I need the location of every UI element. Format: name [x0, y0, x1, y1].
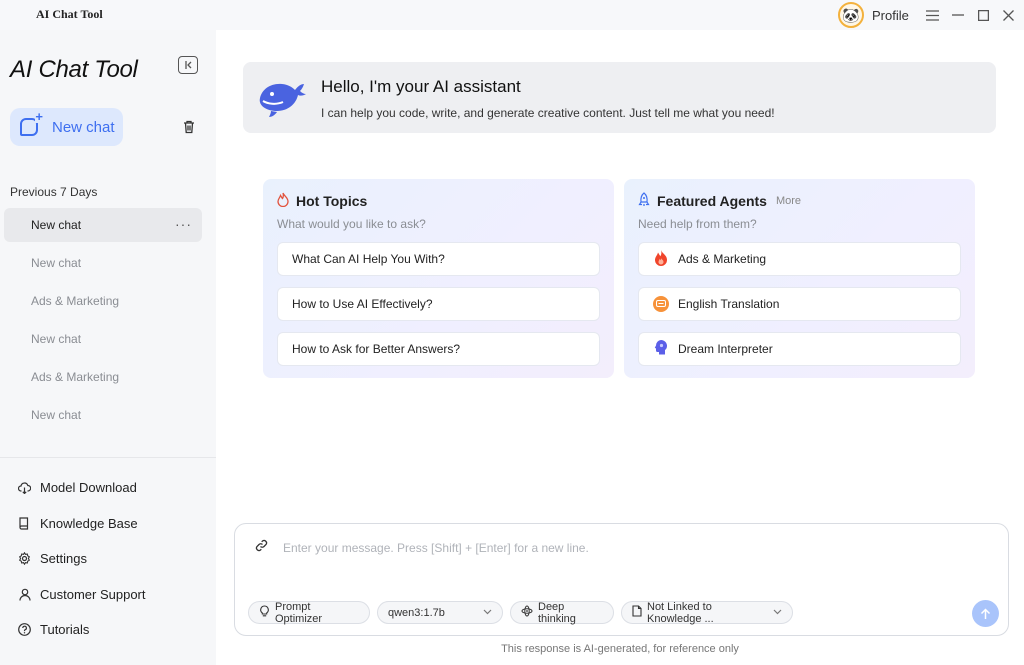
hot-topic-item[interactable]: How to Ask for Better Answers?: [277, 332, 600, 366]
menu-item-model-download[interactable]: Model Download: [18, 470, 146, 506]
history-item[interactable]: New chat ···: [4, 208, 202, 242]
model-value: qwen3:1.7b: [388, 606, 445, 619]
hot-topics-subtitle: What would you like to ask?: [277, 217, 426, 231]
history-item-label: Ads & Marketing: [31, 294, 120, 308]
menu-item-label: Tutorials: [40, 622, 90, 638]
atom-icon: [521, 605, 533, 620]
menu-item-settings[interactable]: Settings: [18, 541, 146, 577]
chat-history-list: New chat ··· New chat Ads & Marketing Ne…: [4, 208, 202, 436]
gear-icon: [18, 552, 31, 566]
lightbulb-icon: [259, 605, 270, 620]
sidebar-divider: [0, 457, 216, 458]
brand-title: AI Chat Tool: [10, 56, 138, 83]
history-section-title: Previous 7 Days: [10, 185, 98, 199]
attach-link-icon[interactable]: [255, 539, 268, 555]
history-item[interactable]: New chat: [4, 322, 202, 356]
more-options-icon[interactable]: ···: [175, 216, 192, 232]
ai-disclaimer: This response is AI-generated, for refer…: [501, 643, 739, 655]
close-icon[interactable]: [999, 6, 1017, 24]
maximize-icon[interactable]: [974, 6, 992, 24]
sidebar-menu: Model Download Knowledge Base Settings C…: [18, 470, 146, 648]
history-item[interactable]: Ads & Marketing: [4, 360, 202, 394]
agent-label: Ads & Marketing: [678, 252, 767, 266]
welcome-title: Hello, I'm your AI assistant: [321, 77, 521, 96]
arrow-up-icon: [980, 607, 991, 619]
agent-item-dream-interpreter[interactable]: Dream Interpreter: [638, 332, 961, 366]
book-icon: [18, 517, 31, 530]
minimize-icon[interactable]: [949, 6, 967, 24]
agent-item-english-translation[interactable]: English Translation: [638, 287, 961, 321]
more-agents-link[interactable]: More: [776, 195, 801, 207]
welcome-banner: Hello, I'm your AI assistant I can help …: [243, 62, 996, 133]
prompt-optimizer-button[interactable]: Prompt Optimizer: [248, 600, 370, 625]
deep-thinking-toggle[interactable]: Deep thinking: [510, 600, 614, 625]
profile-button[interactable]: 🐼 Profile: [838, 2, 909, 28]
chevron-down-icon: [773, 607, 782, 618]
history-item-label: New chat: [31, 408, 82, 422]
agent-label: Dream Interpreter: [678, 342, 773, 356]
profile-label: Profile: [872, 7, 909, 23]
send-button[interactable]: [972, 600, 999, 627]
window-title: AI Chat Tool: [36, 7, 103, 21]
featured-agents-header: Featured Agents More: [638, 192, 801, 210]
message-input[interactable]: [283, 538, 983, 558]
featured-agents-list: Ads & Marketing English Translation Drea…: [638, 242, 961, 377]
hot-topics-card: Hot Topics What would you like to ask? W…: [263, 179, 614, 378]
agent-item-ads-marketing[interactable]: Ads & Marketing: [638, 242, 961, 276]
hot-topic-item[interactable]: What Can AI Help You With?: [277, 242, 600, 276]
question-icon: [18, 623, 31, 637]
new-chat-button[interactable]: New chat: [10, 108, 123, 146]
hot-topic-item[interactable]: How to Use AI Effectively?: [277, 287, 600, 321]
message-composer: Prompt Optimizer qwen3:1.7b Deep thinkin…: [234, 523, 1009, 636]
menu-item-label: Knowledge Base: [40, 515, 138, 531]
head-icon: [653, 339, 669, 359]
menu-icon[interactable]: [923, 6, 941, 24]
menu-item-label: Settings: [40, 551, 87, 567]
menu-item-knowledge-base[interactable]: Knowledge Base: [18, 506, 146, 542]
new-chat-label: New chat: [52, 118, 115, 136]
history-item-label: New chat: [31, 332, 82, 346]
menu-item-customer-support[interactable]: Customer Support: [18, 577, 146, 613]
hot-topics-title: Hot Topics: [296, 193, 368, 209]
history-item-label: Ads & Marketing: [31, 370, 120, 384]
hot-topics-header: Hot Topics: [277, 192, 367, 210]
welcome-subtitle: I can help you code, write, and generate…: [321, 106, 775, 120]
user-icon: [18, 588, 31, 601]
history-item[interactable]: New chat: [4, 398, 202, 432]
chevron-down-icon: [483, 607, 492, 618]
title-bar: AI Chat Tool 🐼 Profile: [0, 0, 1024, 30]
fire-outline-icon: [277, 192, 289, 210]
knowledge-base-value: Not Linked to Knowledge ...: [647, 600, 714, 625]
featured-agents-card: Featured Agents More Need help from them…: [624, 179, 975, 378]
document-icon: [632, 605, 642, 620]
history-item[interactable]: Ads & Marketing: [4, 284, 202, 318]
sidebar: AI Chat Tool New chat Previous 7 Days Ne…: [0, 30, 216, 665]
featured-agents-subtitle: Need help from them?: [638, 217, 757, 231]
knowledge-base-select[interactable]: Not Linked to Knowledge ...: [621, 600, 793, 625]
trash-icon[interactable]: [182, 120, 196, 134]
cloud-download-icon: [18, 481, 31, 494]
hot-topic-label: What Can AI Help You With?: [292, 252, 445, 266]
collapse-sidebar-icon[interactable]: [178, 56, 198, 74]
history-item-label: New chat: [31, 218, 82, 232]
history-item[interactable]: New chat: [4, 246, 202, 280]
history-item-label: New chat: [31, 256, 82, 270]
menu-item-label: Model Download: [40, 480, 137, 496]
new-chat-icon: [20, 111, 43, 136]
whale-logo-icon: [257, 76, 307, 118]
hot-topic-label: How to Ask for Better Answers?: [292, 342, 461, 356]
agent-label: English Translation: [678, 297, 780, 311]
hot-topics-list: What Can AI Help You With? How to Use AI…: [277, 242, 600, 377]
featured-agents-title: Featured Agents: [657, 193, 767, 209]
flame-icon: [653, 249, 669, 269]
model-select[interactable]: qwen3:1.7b: [377, 601, 503, 624]
deep-thinking-label: Deep thinking: [538, 600, 576, 625]
avatar: 🐼: [838, 2, 864, 28]
menu-item-label: Customer Support: [40, 586, 146, 602]
translate-icon: [653, 296, 669, 312]
rocket-icon: [638, 192, 650, 210]
prompt-optimizer-label: Prompt Optimizer: [275, 600, 323, 625]
hot-topic-label: How to Use AI Effectively?: [292, 297, 433, 311]
